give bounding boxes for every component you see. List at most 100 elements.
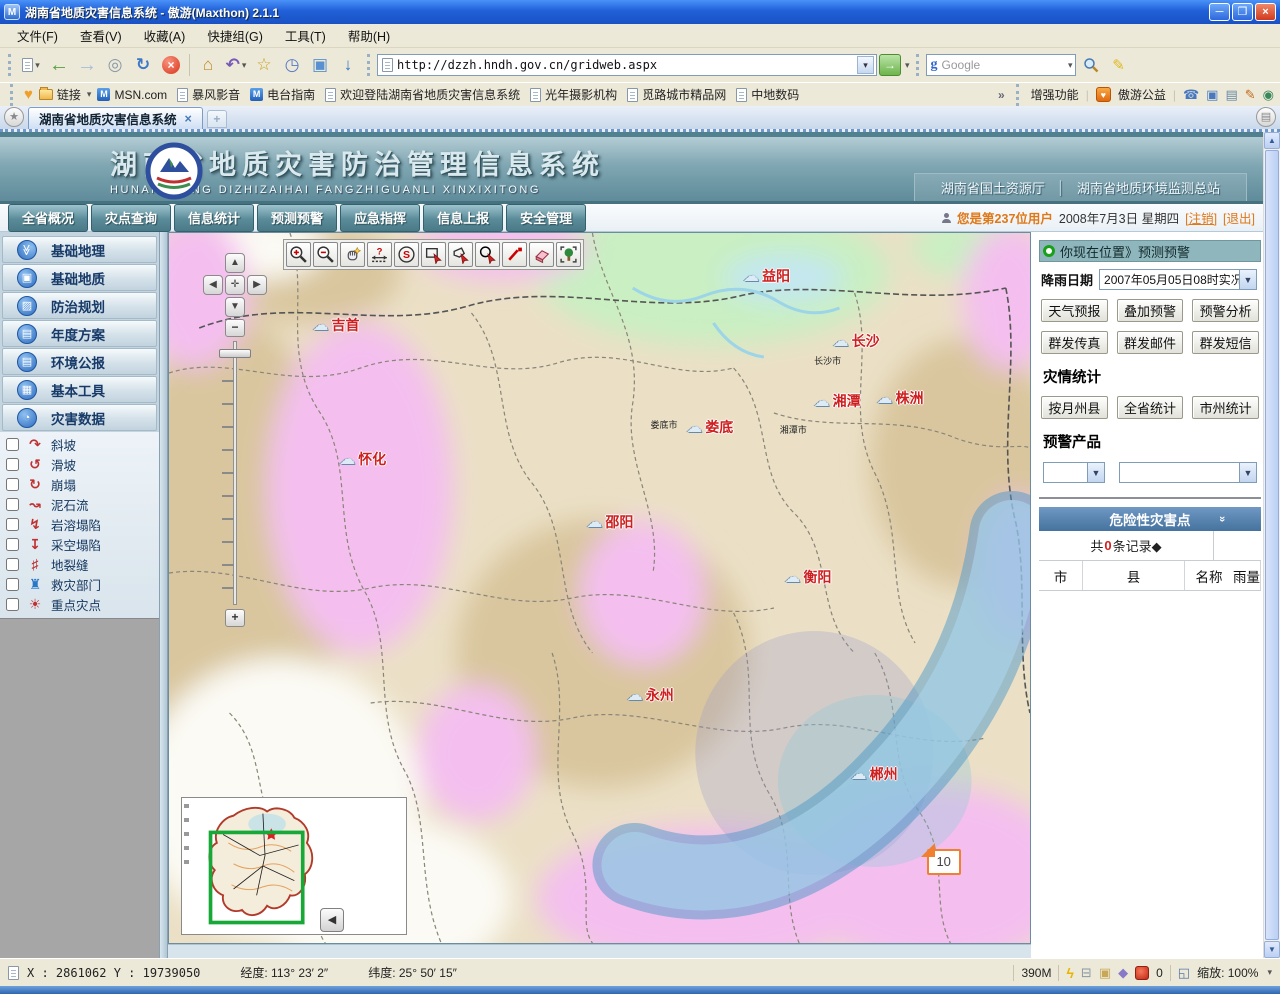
window-layout-button[interactable]: ▣ xyxy=(307,52,333,78)
forward-button[interactable]: → xyxy=(74,52,100,78)
eraser-tool[interactable] xyxy=(529,242,554,267)
refresh-button[interactable]: ↻ xyxy=(130,52,156,78)
measure-distance-tool[interactable]: ? xyxy=(367,242,392,267)
sidebar-section-button[interactable]: ≫ 基础地理 xyxy=(2,236,157,263)
pan-center-button[interactable]: ✛ xyxy=(225,275,245,295)
sidebar-section-button[interactable]: ▦ 基本工具 xyxy=(2,376,157,403)
favorites-star-button[interactable]: ★ xyxy=(4,107,24,127)
pan-down-button[interactable]: ▼ xyxy=(225,297,245,317)
layer-checkbox[interactable] xyxy=(6,478,19,491)
boost-icon[interactable]: ϟ xyxy=(1066,965,1073,981)
stats-button[interactable]: 市州统计 xyxy=(1192,396,1259,419)
pencil-tools-icon[interactable]: ✎ xyxy=(1245,87,1256,103)
quick-link[interactable]: MSN.com xyxy=(97,88,167,102)
danger-points-header[interactable]: 危险性灾害点 » xyxy=(1039,507,1261,531)
forecast-button[interactable]: 预警分析 xyxy=(1192,299,1259,322)
nav-tab[interactable]: 信息上报 xyxy=(423,204,503,232)
select-polygon-tool[interactable] xyxy=(448,242,473,267)
history-clock-button[interactable]: ◷ xyxy=(279,52,305,78)
scroll-down-arrow[interactable]: ▼ xyxy=(1264,941,1280,958)
stats-button[interactable]: 按月州县 xyxy=(1041,396,1108,419)
resize-icon[interactable]: ◱ xyxy=(1178,965,1190,981)
warning-flag-marker[interactable]: 10 xyxy=(927,849,961,875)
product-item-select[interactable]: ▼ xyxy=(1119,462,1257,483)
search-engine-dropdown[interactable]: ▾ xyxy=(1068,60,1073,71)
nav-tab[interactable]: 安全管理 xyxy=(506,204,586,232)
links-folder[interactable]: 链接▾ xyxy=(39,86,92,103)
address-url[interactable]: http://dzzh.hndh.gov.cn/gridweb.aspx xyxy=(397,58,853,72)
menu-item[interactable]: 收藏(A) xyxy=(133,24,197,47)
quick-link[interactable]: 暴风影音 xyxy=(177,86,240,103)
nav-tab[interactable]: 灾点查询 xyxy=(91,204,171,232)
address-bar[interactable]: http://dzzh.hndh.gov.cn/gridweb.aspx ▾ xyxy=(377,54,877,76)
logout-link[interactable]: [注销] xyxy=(1185,208,1217,227)
tab-list-button[interactable]: ▤ xyxy=(1256,107,1276,127)
maximize-button[interactable]: ❐ xyxy=(1232,3,1253,21)
city-marker[interactable]: ☁ 衡阳 xyxy=(784,567,831,587)
layer-checkbox[interactable] xyxy=(6,578,19,591)
history-dropdown-button[interactable]: ◎ xyxy=(102,52,128,78)
quick-link[interactable]: 觅路城市精品网 xyxy=(627,86,726,103)
nav-tab[interactable]: 预测预警 xyxy=(257,204,337,232)
download-button[interactable]: ↓ xyxy=(335,52,361,78)
maxthon-charity-icon[interactable]: ♥ xyxy=(1096,87,1111,102)
full-extent-tool[interactable] xyxy=(556,242,581,267)
search-box[interactable]: g Google ▾ xyxy=(926,54,1076,76)
plugins-link[interactable]: 增强功能 xyxy=(1031,86,1079,103)
city-marker[interactable]: ☁ 益阳 xyxy=(743,266,790,286)
scale-tool[interactable]: S xyxy=(394,242,419,267)
search-input[interactable]: Google xyxy=(942,58,1062,72)
skin-icon[interactable]: ◉ xyxy=(1263,87,1274,103)
new-page-button[interactable]: ▾ xyxy=(18,52,44,78)
magic-wand-button[interactable]: ☆ xyxy=(251,52,277,78)
sidebar-section-button[interactable]: ▤ 环境公报 xyxy=(2,348,157,375)
sidebar-section-button[interactable]: ▣ 基础地质 xyxy=(2,264,157,291)
city-marker[interactable]: ☁ 郴州 xyxy=(851,764,898,784)
banner-link-station[interactable]: 湖南省地质环境监测总站 xyxy=(1065,178,1232,197)
notes-diamond-icon[interactable]: ◆ xyxy=(1118,965,1128,981)
forecast-button[interactable]: 天气预报 xyxy=(1041,299,1108,322)
go-button[interactable]: → xyxy=(879,54,901,76)
tab-active[interactable]: 湖南省地质灾害信息系统 × xyxy=(28,107,203,129)
banner-link-dept[interactable]: 湖南省国土资源厅 xyxy=(929,178,1057,197)
nav-tab[interactable]: 全省概况 xyxy=(8,204,88,232)
pan-tool[interactable] xyxy=(340,242,365,267)
layer-checkbox[interactable] xyxy=(6,538,19,551)
search-button[interactable] xyxy=(1078,52,1104,78)
layer-checkbox[interactable] xyxy=(6,458,19,471)
back-button[interactable]: ← xyxy=(46,52,72,78)
go-dropdown[interactable]: ▾ xyxy=(905,60,910,71)
zoom-in-tool[interactable] xyxy=(286,242,311,267)
snapshot-icon[interactable]: ▣ xyxy=(1099,965,1111,981)
address-dropdown-button[interactable]: ▾ xyxy=(857,56,874,74)
sidebar-section-button[interactable]: ▤ 年度方案 xyxy=(2,320,157,347)
undo-button[interactable]: ↶▾ xyxy=(223,52,249,78)
zoom-out-step-button[interactable]: − xyxy=(225,319,245,337)
product-type-select[interactable]: ▼ xyxy=(1043,462,1105,483)
menu-item[interactable]: 文件(F) xyxy=(6,24,69,47)
layer-checkbox[interactable] xyxy=(6,598,19,611)
home-button[interactable]: ⌂ xyxy=(195,52,221,78)
draw-line-tool[interactable] xyxy=(502,242,527,267)
scroll-up-arrow[interactable]: ▲ xyxy=(1264,132,1280,149)
sidebar-section-button[interactable]: ▨ 防治规划 xyxy=(2,292,157,319)
overview-collapse-button[interactable]: ◀ xyxy=(320,908,344,932)
select-rectangle-tool[interactable] xyxy=(421,242,446,267)
tab-close-icon[interactable]: × xyxy=(185,112,192,126)
favorites-heart-icon[interactable]: ♥ xyxy=(24,86,33,103)
city-marker[interactable]: ☁ 怀化 xyxy=(339,449,386,469)
layer-checkbox[interactable] xyxy=(6,558,19,571)
collapse-chevron-icon[interactable]: » xyxy=(1216,516,1228,522)
quick-link[interactable]: 中地数码 xyxy=(736,86,799,103)
nav-tab[interactable]: 信息统计 xyxy=(174,204,254,232)
window-panel-icon[interactable]: ▣ xyxy=(1206,87,1218,103)
messenger-icon[interactable]: ☎ xyxy=(1183,87,1199,103)
pan-up-button[interactable]: ▲ xyxy=(225,253,245,273)
select-circle-tool[interactable] xyxy=(475,242,500,267)
scrollbar-thumb[interactable] xyxy=(1265,150,1279,940)
city-marker[interactable]: ☁ 吉首 xyxy=(313,315,360,335)
pan-right-button[interactable]: ▶ xyxy=(247,275,267,295)
city-marker[interactable]: ☁ 湘潭 xyxy=(814,391,861,411)
city-marker[interactable]: ☁ 娄底 xyxy=(686,417,733,437)
alarm-clock-icon[interactable] xyxy=(1135,966,1149,980)
